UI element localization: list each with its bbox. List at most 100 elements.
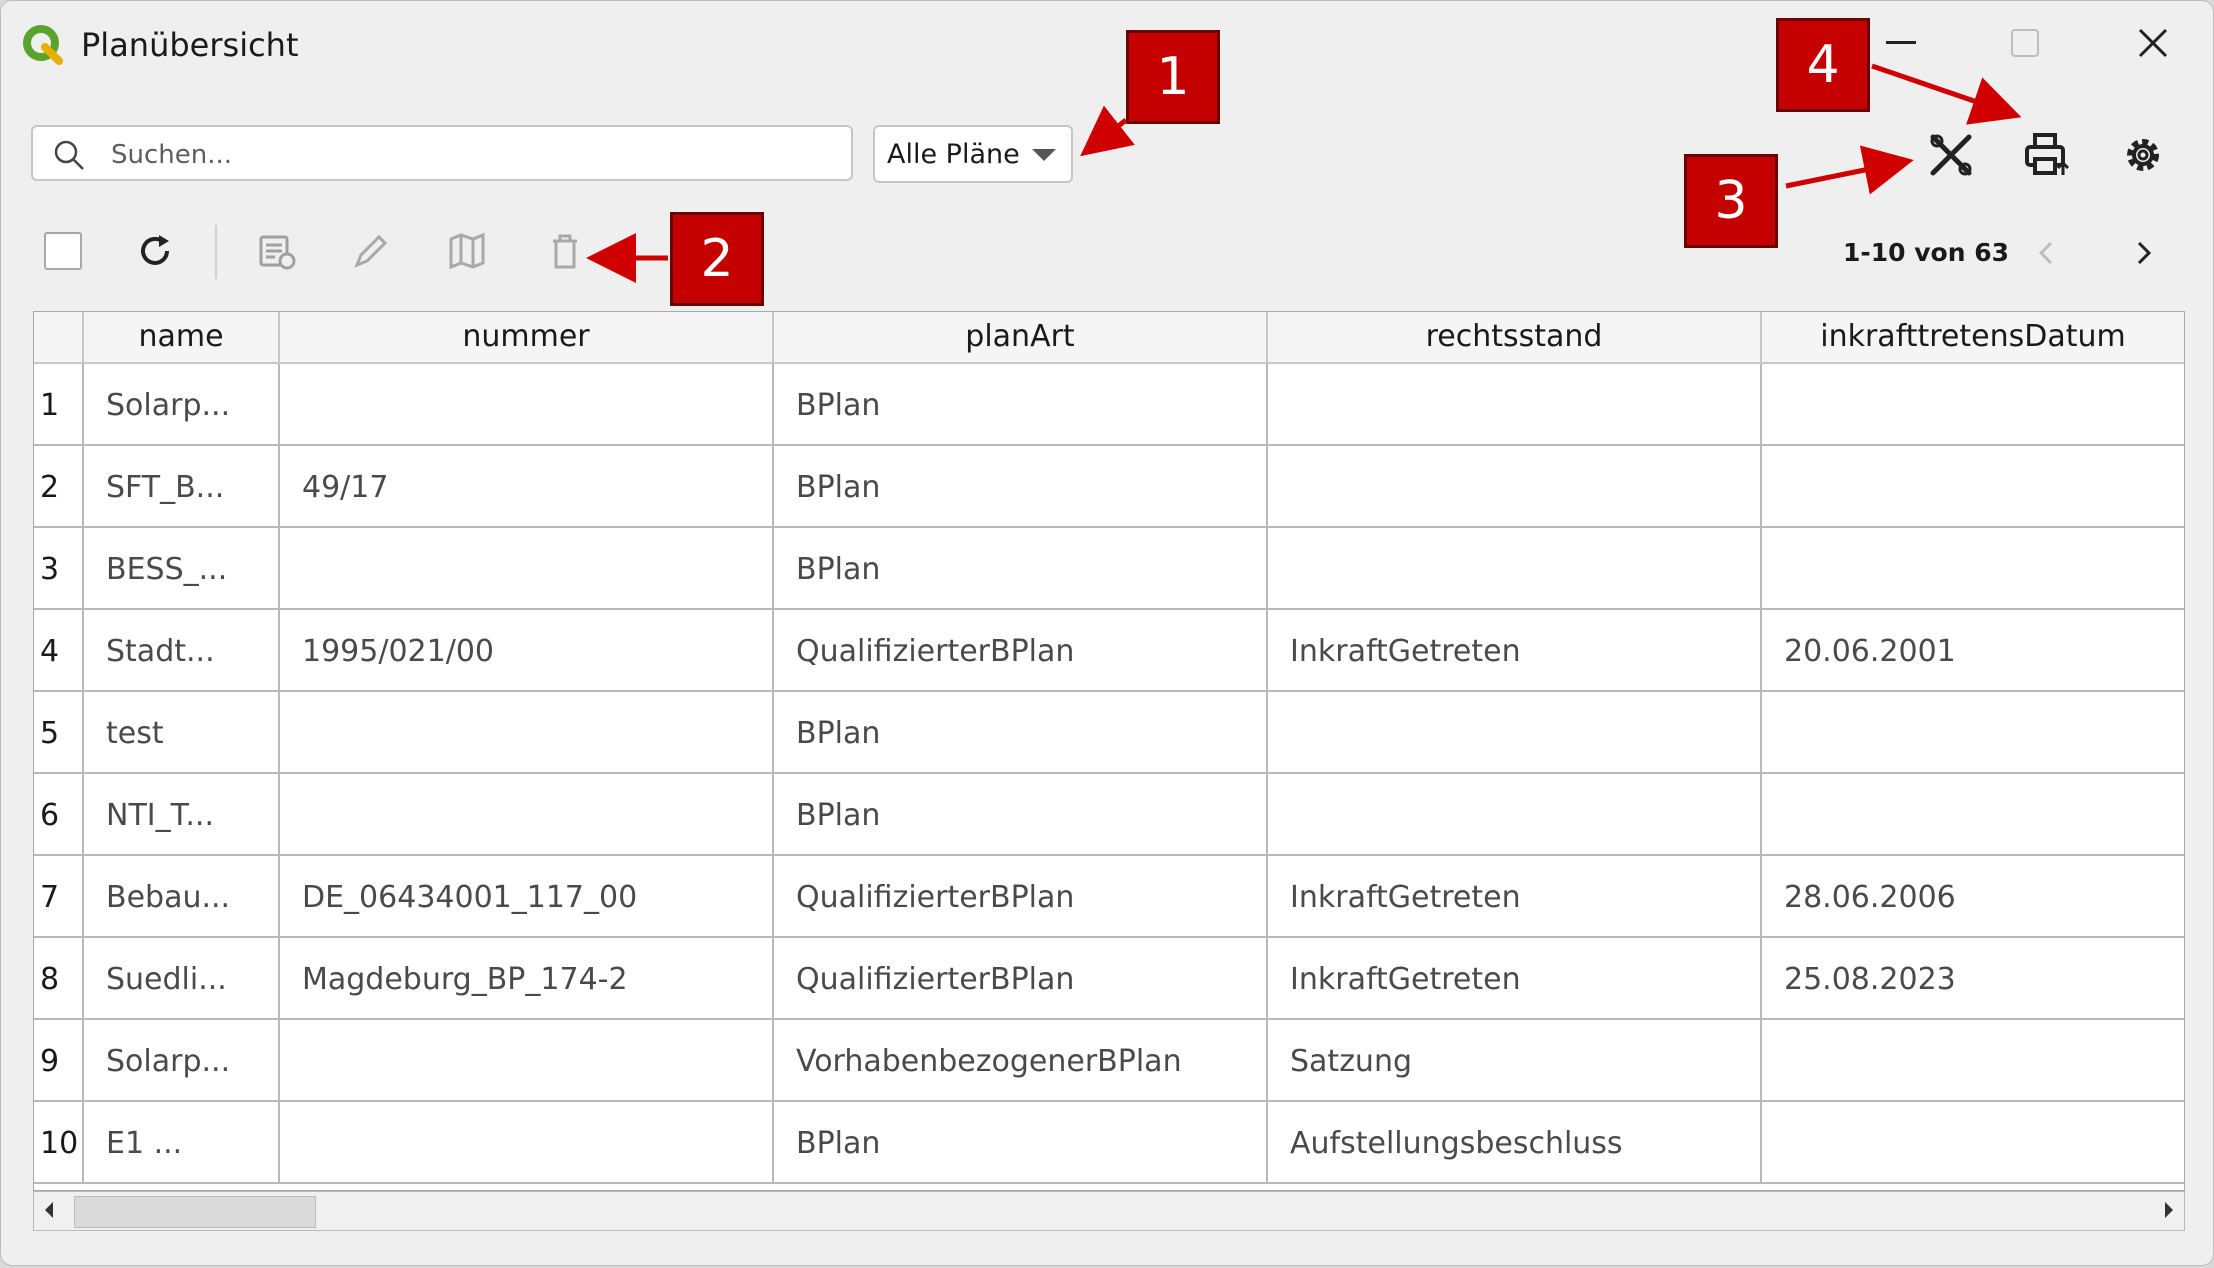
edit-button[interactable] bbox=[339, 219, 403, 283]
horizontal-scrollbar[interactable] bbox=[33, 1191, 2185, 1231]
cell-planart[interactable]: VorhabenbezogenerBPlan bbox=[774, 1020, 1268, 1100]
table-row[interactable]: 9 Solarp... VorhabenbezogenerBPlan Satzung bbox=[34, 1020, 2184, 1102]
refresh-button[interactable] bbox=[123, 219, 187, 283]
cell-rechtsstand[interactable]: InkraftGetreten bbox=[1268, 856, 1762, 936]
scrollbar-thumb[interactable] bbox=[74, 1196, 316, 1228]
print-export-button[interactable] bbox=[2015, 123, 2079, 187]
tools-button[interactable] bbox=[1919, 123, 1983, 187]
cell-nummer[interactable] bbox=[280, 1102, 774, 1182]
cell-nummer[interactable]: DE_06434001_117_00 bbox=[280, 856, 774, 936]
edit-attributes-icon bbox=[259, 235, 296, 270]
cell-name[interactable]: Bebau... bbox=[84, 856, 280, 936]
cell-nummer[interactable] bbox=[280, 774, 774, 854]
cell-planart[interactable]: QualifizierterBPlan bbox=[774, 938, 1268, 1018]
table-row[interactable]: 2 SFT_B... 49/17 BPlan bbox=[34, 446, 2184, 528]
edit-attributes-button[interactable] bbox=[245, 219, 309, 283]
cell-nummer[interactable]: Magdeburg_BP_174-2 bbox=[280, 938, 774, 1018]
row-number[interactable]: 10 bbox=[34, 1102, 84, 1182]
plan-filter-dropdown[interactable]: Alle Pläne bbox=[873, 125, 1073, 183]
cell-nummer[interactable] bbox=[280, 364, 774, 444]
next-page-button[interactable] bbox=[2111, 221, 2175, 285]
column-header-planart[interactable]: planArt bbox=[774, 312, 1268, 364]
cell-name[interactable]: Suedli... bbox=[84, 938, 280, 1018]
cell-inkrafttretensdatum[interactable] bbox=[1762, 1020, 2184, 1100]
cell-rechtsstand[interactable] bbox=[1268, 446, 1762, 526]
show-on-map-button[interactable] bbox=[435, 219, 499, 283]
table-row[interactable]: 3 BESS_... BPlan bbox=[34, 528, 2184, 610]
cell-rechtsstand[interactable] bbox=[1268, 692, 1762, 772]
table-row[interactable]: 6 NTI_T... BPlan bbox=[34, 774, 2184, 856]
cell-nummer[interactable]: 1995/021/00 bbox=[280, 610, 774, 690]
cell-nummer[interactable] bbox=[280, 1020, 774, 1100]
tools-icon bbox=[1930, 134, 1972, 176]
cell-planart[interactable]: BPlan bbox=[774, 692, 1268, 772]
cell-rechtsstand[interactable] bbox=[1268, 528, 1762, 608]
cell-nummer[interactable] bbox=[280, 692, 774, 772]
scroll-left-arrow-icon[interactable] bbox=[44, 1202, 54, 1218]
table-row[interactable]: 7 Bebau... DE_06434001_117_00 Qualifizierte… bbox=[34, 856, 2184, 938]
cell-name[interactable]: E1 ... bbox=[84, 1102, 280, 1182]
column-header-rechtsstand[interactable]: rechtsstand bbox=[1268, 312, 1762, 364]
column-header-nummer[interactable]: nummer bbox=[280, 312, 774, 364]
delete-button[interactable] bbox=[533, 219, 597, 283]
cell-nummer[interactable]: 49/17 bbox=[280, 446, 774, 526]
chevron-down-icon bbox=[1032, 149, 1056, 161]
maximize-button[interactable] bbox=[1985, 15, 2065, 71]
cell-rechtsstand[interactable]: Aufstellungsbeschluss bbox=[1268, 1102, 1762, 1182]
cell-nummer[interactable] bbox=[280, 528, 774, 608]
cell-name[interactable]: test bbox=[84, 692, 280, 772]
column-header-inkrafttretensdatum[interactable]: inkrafttretensDatum bbox=[1762, 312, 2184, 364]
cell-planart[interactable]: QualifizierterBPlan bbox=[774, 610, 1268, 690]
table-row[interactable]: 4 Stadt... 1995/021/00 QualifizierterBPlan I… bbox=[34, 610, 2184, 692]
cell-rechtsstand[interactable]: InkraftGetreten bbox=[1268, 610, 1762, 690]
qgis-logo-icon bbox=[23, 25, 63, 65]
cell-name[interactable]: Solarp... bbox=[84, 1020, 280, 1100]
cell-rechtsstand[interactable]: InkraftGetreten bbox=[1268, 938, 1762, 1018]
cell-name[interactable]: NTI_T... bbox=[84, 774, 280, 854]
cell-inkrafttretensdatum[interactable]: 28.06.2006 bbox=[1762, 856, 2184, 936]
cell-inkrafttretensdatum[interactable] bbox=[1762, 774, 2184, 854]
cell-name[interactable]: Stadt... bbox=[84, 610, 280, 690]
prev-page-button[interactable] bbox=[2015, 221, 2079, 285]
search-input[interactable]: Suchen... bbox=[31, 125, 853, 181]
cell-planart[interactable]: BPlan bbox=[774, 774, 1268, 854]
row-number[interactable]: 2 bbox=[34, 446, 84, 526]
cell-inkrafttretensdatum[interactable] bbox=[1762, 364, 2184, 444]
row-number[interactable]: 1 bbox=[34, 364, 84, 444]
cell-planart[interactable]: BPlan bbox=[774, 528, 1268, 608]
row-number[interactable]: 8 bbox=[34, 938, 84, 1018]
table-row[interactable]: 8 Suedli... Magdeburg_BP_174-2 Qualifiziert… bbox=[34, 938, 2184, 1020]
corner-header[interactable] bbox=[34, 312, 84, 364]
scroll-right-arrow-icon[interactable] bbox=[2164, 1202, 2174, 1218]
select-all-checkbox[interactable] bbox=[31, 219, 95, 283]
row-number[interactable]: 6 bbox=[34, 774, 84, 854]
cell-inkrafttretensdatum[interactable]: 20.06.2001 bbox=[1762, 610, 2184, 690]
cell-inkrafttretensdatum[interactable] bbox=[1762, 446, 2184, 526]
column-header-name[interactable]: name bbox=[84, 312, 280, 364]
cell-planart[interactable]: BPlan bbox=[774, 1102, 1268, 1182]
row-number[interactable]: 7 bbox=[34, 856, 84, 936]
minimize-button[interactable] bbox=[1861, 15, 1941, 71]
row-number[interactable]: 3 bbox=[34, 528, 84, 608]
row-number[interactable]: 9 bbox=[34, 1020, 84, 1100]
cell-rechtsstand[interactable]: Satzung bbox=[1268, 1020, 1762, 1100]
cell-rechtsstand[interactable] bbox=[1268, 364, 1762, 444]
cell-inkrafttretensdatum[interactable] bbox=[1762, 528, 2184, 608]
table-row[interactable]: 1 Solarp... BPlan bbox=[34, 364, 2184, 446]
row-number[interactable]: 5 bbox=[34, 692, 84, 772]
cell-planart[interactable]: BPlan bbox=[774, 364, 1268, 444]
close-button[interactable] bbox=[2113, 15, 2193, 71]
cell-name[interactable]: SFT_B... bbox=[84, 446, 280, 526]
table-row[interactable]: 10 E1 ... BPlan Aufstellungsbeschluss bbox=[34, 1102, 2184, 1184]
cell-inkrafttretensdatum[interactable] bbox=[1762, 1102, 2184, 1182]
cell-planart[interactable]: QualifizierterBPlan bbox=[774, 856, 1268, 936]
cell-planart[interactable]: BPlan bbox=[774, 446, 1268, 526]
cell-inkrafttretensdatum[interactable] bbox=[1762, 692, 2184, 772]
table-row[interactable]: 5 test BPlan bbox=[34, 692, 2184, 774]
row-number[interactable]: 4 bbox=[34, 610, 84, 690]
cell-inkrafttretensdatum[interactable]: 25.08.2023 bbox=[1762, 938, 2184, 1018]
cell-name[interactable]: Solarp... bbox=[84, 364, 280, 444]
cell-name[interactable]: BESS_... bbox=[84, 528, 280, 608]
cell-rechtsstand[interactable] bbox=[1268, 774, 1762, 854]
settings-button[interactable] bbox=[2111, 123, 2175, 187]
